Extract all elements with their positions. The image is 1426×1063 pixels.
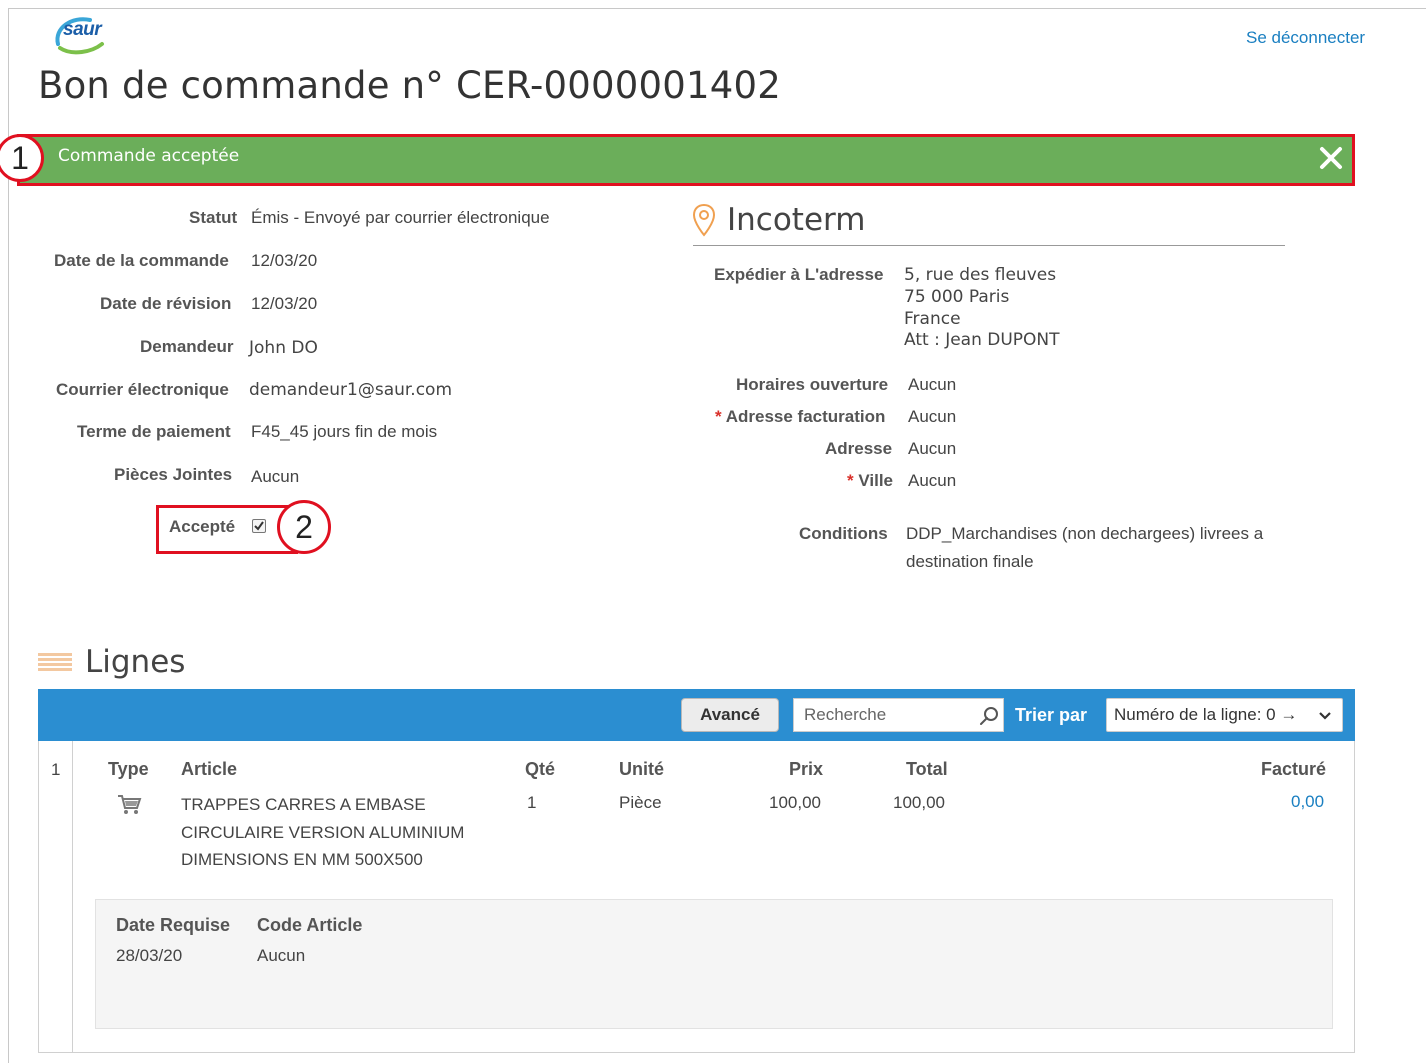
row-qte: 1 (527, 793, 537, 812)
required-mark: * (847, 471, 854, 490)
date-commande-label: Date de la commande (54, 251, 229, 270)
lignes-title: Lignes (85, 644, 186, 680)
search-box (793, 698, 1004, 732)
col-facture: Facturé (1261, 759, 1327, 779)
adresse-label: Adresse (825, 439, 893, 458)
table-border-left (38, 741, 39, 1053)
ville-text: Ville (858, 471, 894, 490)
horaires-label: Horaires ouverture (736, 375, 889, 394)
advanced-button[interactable]: Avancé (681, 698, 779, 732)
search-input[interactable] (794, 699, 974, 731)
col-prix: Prix (789, 759, 824, 779)
row-facture-link[interactable]: 0,00 (1291, 792, 1324, 812)
terme-value: F45_45 jours fin de mois (251, 422, 438, 441)
row-prix: 100,00 (769, 793, 821, 812)
chevron-down-icon (1319, 712, 1331, 720)
pieces-value: Aucun (251, 467, 300, 486)
article-line-1: TRAPPES CARRES A EMBASE (181, 795, 426, 814)
row-number-divider (72, 741, 73, 1053)
statut-value: Émis - Envoyé par courrier électronique (251, 208, 550, 227)
search-icon[interactable] (978, 705, 1000, 727)
expedier-label: Expédier à L'adresse (714, 265, 884, 284)
horaires-value: Aucun (908, 375, 957, 394)
adresse-value: Aucun (908, 439, 957, 458)
adresse-facturation-text: Adresse facturation (725, 407, 886, 426)
callout-badge-2: 2 (277, 500, 331, 554)
row-total: 100,00 (893, 793, 945, 812)
sort-label: Trier par (1015, 705, 1088, 725)
date-commande-value: 12/03/20 (251, 251, 318, 270)
courrier-value: demandeur1@saur.com (249, 380, 453, 400)
row-unite: Pièce (619, 793, 662, 812)
banner-message: Commande acceptée (58, 146, 240, 166)
demandeur-label: Demandeur (140, 337, 234, 356)
code-article-value: Aucun (257, 946, 306, 965)
col-type: Type (108, 759, 149, 779)
date-requise-value: 28/03/20 (116, 946, 183, 965)
col-article: Article (181, 759, 238, 779)
table-border-bottom (38, 1052, 1355, 1053)
incoterm-divider (693, 245, 1285, 246)
saur-logo-text: saur (63, 19, 102, 40)
incoterm-title: Incoterm (727, 202, 866, 238)
ville-label: * Ville (847, 471, 893, 491)
map-pin-icon (692, 203, 716, 237)
close-icon[interactable] (1316, 143, 1346, 173)
demandeur-value: John DO (249, 338, 318, 358)
address-line-4: Att : Jean DUPONT (904, 330, 1060, 350)
address-line-2: 75 000 Paris (904, 287, 1010, 307)
date-revision-value: 12/03/20 (251, 294, 318, 313)
adresse-facturation-value: Aucun (908, 407, 957, 426)
address-line-3: France (904, 309, 961, 329)
col-unite: Unité (619, 759, 664, 779)
logout-link[interactable]: Se déconnecter (1246, 28, 1365, 48)
date-revision-label: Date de révision (100, 294, 232, 313)
page-title: Bon de commande n° CER-0000001402 (38, 64, 781, 107)
col-qte: Qté (525, 759, 556, 779)
article-description: TRAPPES CARRES A EMBASE CIRCULAIRE VERSI… (181, 791, 501, 874)
lines-stack-icon (38, 653, 72, 671)
shopping-cart-icon (118, 795, 142, 814)
conditions-label: Conditions (799, 524, 888, 543)
courrier-label: Courrier électronique (56, 380, 229, 399)
code-article-label: Code Article (257, 915, 363, 935)
statut-label: Statut (189, 208, 238, 227)
adresse-facturation-label: * Adresse facturation (715, 407, 885, 427)
article-line-2: CIRCULAIRE VERSION ALUMINIUM (181, 822, 465, 842)
pieces-label: Pièces Jointes (114, 465, 233, 484)
article-line-3: DIMENSIONS EN MM 500X500 (181, 850, 423, 869)
conditions-line-1: DDP_Marchandises (non dechargees) livree… (906, 524, 1264, 543)
col-total: Total (906, 759, 948, 779)
sort-select-value: Numéro de la ligne: 0 → (1114, 705, 1298, 724)
date-requise-label: Date Requise (116, 915, 231, 935)
sort-select[interactable]: Numéro de la ligne: 0 → (1106, 698, 1343, 732)
row-number: 1 (51, 760, 61, 779)
address-line-1: 5, rue des fleuves (904, 265, 1057, 285)
required-mark: * (715, 407, 722, 426)
conditions-line-2: destination finale (906, 552, 1034, 571)
page-frame-top (8, 8, 1426, 9)
terme-label: Terme de paiement (77, 422, 231, 441)
ville-value: Aucun (908, 471, 957, 490)
table-border-right (1354, 741, 1355, 1053)
